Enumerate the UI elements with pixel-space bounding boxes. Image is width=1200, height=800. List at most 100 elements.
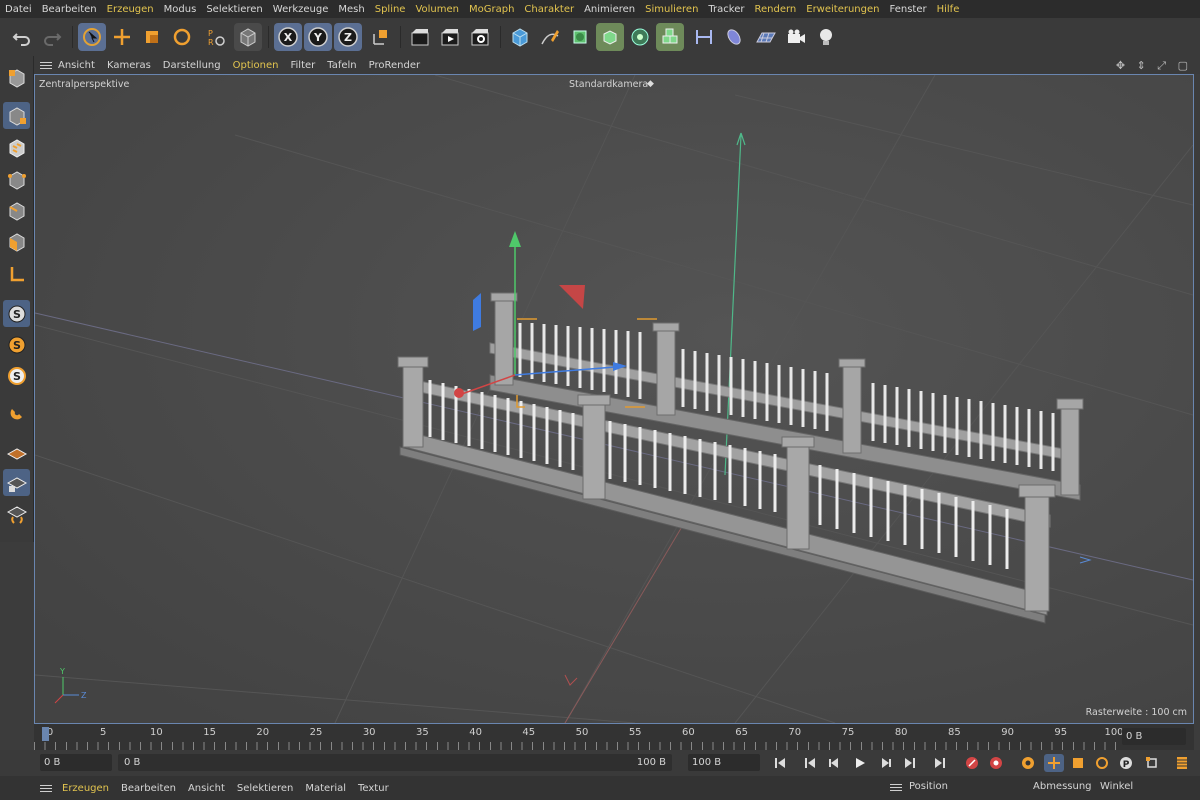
menu-item-14[interactable]: Rendern [749, 4, 801, 15]
3d-viewport[interactable]: Zentralperspektive Standardkamera ◆ Rast… [34, 74, 1194, 724]
subdivision-surface-button[interactable] [566, 23, 594, 51]
pen-spline-button[interactable] [536, 23, 564, 51]
material-menu-item-2[interactable]: Ansicht [182, 783, 231, 794]
menu-item-11[interactable]: Animieren [579, 4, 640, 15]
model-mode-button[interactable] [3, 102, 30, 129]
render-view-button[interactable] [406, 23, 434, 51]
viewport-menu-item-4[interactable]: Filter [284, 60, 321, 71]
menu-item-17[interactable]: Hilfe [932, 4, 965, 15]
points-mode-button[interactable] [3, 166, 30, 193]
record-keys-button[interactable] [962, 754, 982, 772]
floor-object-button[interactable] [752, 23, 780, 51]
previous-frame-button[interactable] [824, 754, 844, 772]
start-frame-field[interactable]: 0 B [40, 754, 112, 771]
planar-workplane-button[interactable] [3, 500, 30, 527]
go-to-start-button[interactable] [770, 754, 790, 772]
menu-item-0[interactable]: Datei [0, 4, 37, 15]
deformer-button[interactable] [690, 23, 718, 51]
menu-item-10[interactable]: Charakter [519, 4, 579, 15]
next-frame-button[interactable] [876, 754, 896, 772]
position-key-button[interactable] [1044, 754, 1064, 772]
extrude-generator-button[interactable] [596, 23, 624, 51]
viewport-menu-item-2[interactable]: Darstellung [157, 60, 227, 71]
next-key-button[interactable] [900, 754, 920, 772]
menu-item-1[interactable]: Bearbeiten [37, 4, 102, 15]
axis-mode-button[interactable] [3, 260, 30, 287]
solo-hierarchy-button[interactable]: S [3, 362, 30, 389]
snap-button[interactable]: S [3, 300, 30, 327]
cube-object-button[interactable] [506, 23, 534, 51]
undo-button[interactable] [8, 23, 36, 51]
make-editable-button[interactable] [3, 64, 30, 91]
menu-item-6[interactable]: Mesh [333, 4, 369, 15]
camera-switch-icon[interactable]: ◆ [647, 79, 654, 89]
select-tool-button[interactable] [78, 23, 106, 51]
gizmo-z-handle-icon[interactable] [454, 388, 464, 398]
axis-y-lock-button[interactable]: Y [304, 23, 332, 51]
keyframe-selection-button[interactable] [1018, 754, 1038, 772]
hamburger-icon[interactable] [40, 61, 52, 69]
axis-x-lock-button[interactable]: X [274, 23, 302, 51]
recent-tools-icon[interactable]: PR [202, 23, 230, 51]
end-frame-field[interactable]: 100 B [688, 754, 760, 771]
workplane-button[interactable] [3, 438, 30, 465]
object-mode-button[interactable] [234, 23, 262, 51]
range-slider[interactable]: 0 B 100 B [118, 754, 672, 771]
edges-mode-button[interactable] [3, 197, 30, 224]
material-menu-item-4[interactable]: Material [299, 783, 352, 794]
cloner-button[interactable] [656, 23, 684, 51]
timeline-window-button[interactable] [1172, 754, 1192, 772]
viewport-menu-item-5[interactable]: Tafeln [321, 60, 362, 71]
current-frame-field[interactable]: 0 B [1122, 728, 1186, 745]
viewport-menu-item-0[interactable]: Ansicht [52, 60, 101, 71]
menu-item-12[interactable]: Simulieren [640, 4, 703, 15]
timeline-ruler[interactable]: 0 5 10 15 20 25 30 35 40 45 50 55 60 65 70 75 80 85 90 95 10… [34, 724, 1194, 750]
menu-item-5[interactable]: Werkzeuge [268, 4, 334, 15]
effector-button[interactable] [720, 23, 748, 51]
texture-mode-button[interactable] [3, 134, 30, 161]
array-generator-button[interactable] [626, 23, 654, 51]
scale-tool-button[interactable] [138, 23, 166, 51]
rotation-key-button[interactable] [1092, 754, 1112, 772]
menu-item-7[interactable]: Spline [370, 4, 411, 15]
parameter-key-button[interactable]: P [1116, 754, 1136, 772]
menu-item-8[interactable]: Volumen [410, 4, 464, 15]
camera-label[interactable]: Standardkamera [569, 79, 648, 90]
light-object-button[interactable] [812, 23, 840, 51]
solo-button[interactable]: S [3, 331, 30, 358]
menu-item-4[interactable]: Selektieren [201, 4, 267, 15]
move-tool-button[interactable] [108, 23, 136, 51]
play-button[interactable] [850, 754, 870, 772]
go-to-end-button[interactable] [930, 754, 950, 772]
menu-item-9[interactable]: MoGraph [464, 4, 519, 15]
viewport-menu-item-3[interactable]: Optionen [227, 60, 285, 71]
menu-item-16[interactable]: Fenster [885, 4, 932, 15]
previous-key-button[interactable] [800, 754, 820, 772]
redo-button[interactable] [38, 23, 66, 51]
polygons-mode-button[interactable] [3, 228, 30, 255]
scale-key-button[interactable] [1068, 754, 1088, 772]
coordinates-menu-hamburger-icon[interactable] [890, 784, 902, 791]
coordinate-system-button[interactable] [366, 23, 394, 51]
rotate-tool-button[interactable] [168, 23, 196, 51]
render-settings-button[interactable] [466, 23, 494, 51]
menu-item-2[interactable]: Erzeugen [102, 4, 159, 15]
menu-item-15[interactable]: Erweiterungen [801, 4, 884, 15]
material-menu-item-5[interactable]: Textur [352, 783, 395, 794]
material-menu-item-3[interactable]: Selektieren [231, 783, 299, 794]
render-to-picture-viewer-button[interactable] [436, 23, 464, 51]
axis-z-lock-button[interactable]: Z [334, 23, 362, 51]
viewport-navigation-icons[interactable]: ✥ ⇕ ⤢ ▢ [1116, 59, 1192, 73]
point-level-animation-button[interactable] [1142, 754, 1162, 772]
auto-keying-button[interactable] [986, 754, 1006, 772]
material-menu-hamburger-icon[interactable] [40, 784, 52, 792]
playhead-marker[interactable] [42, 727, 49, 741]
magnet-icon[interactable] [3, 400, 30, 427]
menu-item-3[interactable]: Modus [159, 4, 202, 15]
locked-workplane-button[interactable] [3, 469, 30, 496]
material-menu-item-1[interactable]: Bearbeiten [115, 783, 182, 794]
viewport-menu-item-6[interactable]: ProRender [363, 60, 426, 71]
menu-item-13[interactable]: Tracker [703, 4, 749, 15]
viewport-menu-item-1[interactable]: Kameras [101, 60, 157, 71]
material-menu-item-0[interactable]: Erzeugen [56, 783, 115, 794]
